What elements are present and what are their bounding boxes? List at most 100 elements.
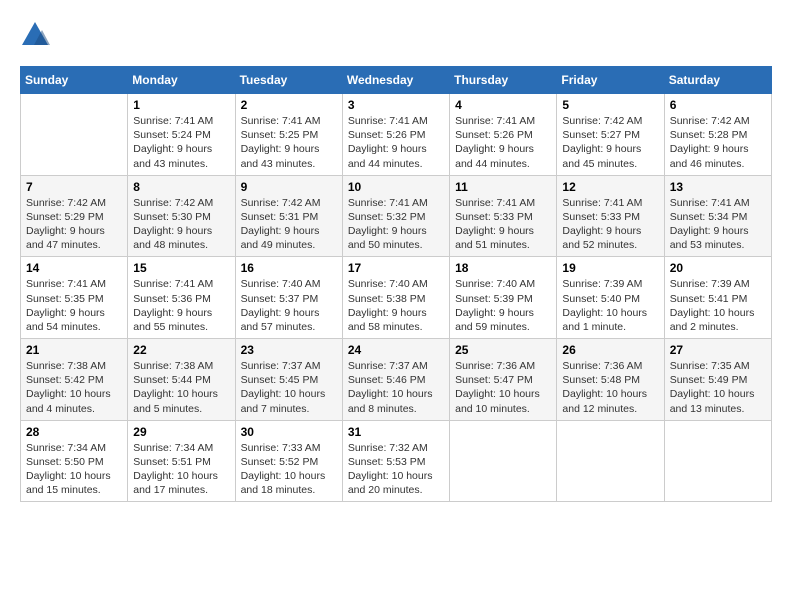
day-number: 4: [455, 98, 551, 112]
day-info: Sunrise: 7:33 AM Sunset: 5:52 PM Dayligh…: [241, 441, 337, 498]
day-number: 26: [562, 343, 658, 357]
day-info: Sunrise: 7:37 AM Sunset: 5:45 PM Dayligh…: [241, 359, 337, 416]
day-info: Sunrise: 7:41 AM Sunset: 5:24 PM Dayligh…: [133, 114, 229, 171]
day-number: 20: [670, 261, 766, 275]
calendar-cell: 22 Sunrise: 7:38 AM Sunset: 5:44 PM Dayli…: [128, 339, 235, 421]
day-number: 17: [348, 261, 444, 275]
calendar-cell: 1 Sunrise: 7:41 AM Sunset: 5:24 PM Daylig…: [128, 94, 235, 176]
column-header-thursday: Thursday: [450, 67, 557, 94]
day-info: Sunrise: 7:41 AM Sunset: 5:25 PM Dayligh…: [241, 114, 337, 171]
day-number: 28: [26, 425, 122, 439]
day-number: 12: [562, 180, 658, 194]
day-info: Sunrise: 7:41 AM Sunset: 5:26 PM Dayligh…: [348, 114, 444, 171]
calendar-week-4: 21 Sunrise: 7:38 AM Sunset: 5:42 PM Dayli…: [21, 339, 772, 421]
calendar-cell: 19 Sunrise: 7:39 AM Sunset: 5:40 PM Dayli…: [557, 257, 664, 339]
day-number: 10: [348, 180, 444, 194]
day-info: Sunrise: 7:42 AM Sunset: 5:30 PM Dayligh…: [133, 196, 229, 253]
day-info: Sunrise: 7:39 AM Sunset: 5:40 PM Dayligh…: [562, 277, 658, 334]
logo: [20, 20, 54, 50]
day-info: Sunrise: 7:41 AM Sunset: 5:35 PM Dayligh…: [26, 277, 122, 334]
calendar-cell: 7Sunrise: 7:42 AM Sunset: 5:29 PM Daylig…: [21, 175, 128, 257]
day-number: 6: [670, 98, 766, 112]
calendar-cell: 18 Sunrise: 7:40 AM Sunset: 5:39 PM Dayli…: [450, 257, 557, 339]
calendar-cell: 3 Sunrise: 7:41 AM Sunset: 5:26 PM Daylig…: [342, 94, 449, 176]
calendar-cell: 5 Sunrise: 7:42 AM Sunset: 5:27 PM Daylig…: [557, 94, 664, 176]
calendar-cell: 21 Sunrise: 7:38 AM Sunset: 5:42 PM Dayli…: [21, 339, 128, 421]
calendar-cell: 2 Sunrise: 7:41 AM Sunset: 5:25 PM Daylig…: [235, 94, 342, 176]
calendar-week-5: 28 Sunrise: 7:34 AM Sunset: 5:50 PM Dayli…: [21, 420, 772, 502]
day-info: Sunrise: 7:42 AM Sunset: 5:31 PM Dayligh…: [241, 196, 337, 253]
day-number: 18: [455, 261, 551, 275]
calendar-cell: 8 Sunrise: 7:42 AM Sunset: 5:30 PM Daylig…: [128, 175, 235, 257]
day-info: Sunrise: 7:37 AM Sunset: 5:46 PM Dayligh…: [348, 359, 444, 416]
day-info: Sunrise: 7:40 AM Sunset: 5:37 PM Dayligh…: [241, 277, 337, 334]
day-number: 27: [670, 343, 766, 357]
day-number: 1: [133, 98, 229, 112]
day-info: Sunrise: 7:35 AM Sunset: 5:49 PM Dayligh…: [670, 359, 766, 416]
day-info: Sunrise: 7:36 AM Sunset: 5:47 PM Dayligh…: [455, 359, 551, 416]
day-info: Sunrise: 7:41 AM Sunset: 5:32 PM Dayligh…: [348, 196, 444, 253]
day-number: 7: [26, 180, 122, 194]
day-number: 25: [455, 343, 551, 357]
calendar-week-1: 1 Sunrise: 7:41 AM Sunset: 5:24 PM Daylig…: [21, 94, 772, 176]
calendar-cell: 9 Sunrise: 7:42 AM Sunset: 5:31 PM Daylig…: [235, 175, 342, 257]
day-number: 11: [455, 180, 551, 194]
calendar-cell: 4 Sunrise: 7:41 AM Sunset: 5:26 PM Daylig…: [450, 94, 557, 176]
day-number: 22: [133, 343, 229, 357]
day-info: Sunrise: 7:39 AM Sunset: 5:41 PM Dayligh…: [670, 277, 766, 334]
calendar-cell: 29 Sunrise: 7:34 AM Sunset: 5:51 PM Dayli…: [128, 420, 235, 502]
calendar-cell: 10 Sunrise: 7:41 AM Sunset: 5:32 PM Dayli…: [342, 175, 449, 257]
day-info: Sunrise: 7:38 AM Sunset: 5:44 PM Dayligh…: [133, 359, 229, 416]
calendar-header-row: SundayMondayTuesdayWednesdayThursdayFrid…: [21, 67, 772, 94]
calendar-table: SundayMondayTuesdayWednesdayThursdayFrid…: [20, 66, 772, 502]
column-header-wednesday: Wednesday: [342, 67, 449, 94]
calendar-cell: 27 Sunrise: 7:35 AM Sunset: 5:49 PM Dayli…: [664, 339, 771, 421]
calendar-week-2: 7Sunrise: 7:42 AM Sunset: 5:29 PM Daylig…: [21, 175, 772, 257]
day-number: 8: [133, 180, 229, 194]
day-info: Sunrise: 7:41 AM Sunset: 5:36 PM Dayligh…: [133, 277, 229, 334]
day-number: 3: [348, 98, 444, 112]
day-number: 19: [562, 261, 658, 275]
day-info: Sunrise: 7:34 AM Sunset: 5:51 PM Dayligh…: [133, 441, 229, 498]
day-number: 15: [133, 261, 229, 275]
column-header-monday: Monday: [128, 67, 235, 94]
calendar-cell: [557, 420, 664, 502]
calendar-cell: 17 Sunrise: 7:40 AM Sunset: 5:38 PM Dayli…: [342, 257, 449, 339]
day-number: 23: [241, 343, 337, 357]
calendar-cell: 14Sunrise: 7:41 AM Sunset: 5:35 PM Dayli…: [21, 257, 128, 339]
day-info: Sunrise: 7:42 AM Sunset: 5:27 PM Dayligh…: [562, 114, 658, 171]
calendar-cell: 23 Sunrise: 7:37 AM Sunset: 5:45 PM Dayli…: [235, 339, 342, 421]
day-info: Sunrise: 7:41 AM Sunset: 5:26 PM Dayligh…: [455, 114, 551, 171]
day-info: Sunrise: 7:40 AM Sunset: 5:38 PM Dayligh…: [348, 277, 444, 334]
day-info: Sunrise: 7:34 AM Sunset: 5:50 PM Dayligh…: [26, 441, 122, 498]
calendar-cell: 20 Sunrise: 7:39 AM Sunset: 5:41 PM Dayli…: [664, 257, 771, 339]
page-header: [20, 20, 772, 50]
calendar-cell: 30 Sunrise: 7:33 AM Sunset: 5:52 PM Dayli…: [235, 420, 342, 502]
calendar-cell: 16Sunrise: 7:40 AM Sunset: 5:37 PM Dayli…: [235, 257, 342, 339]
day-info: Sunrise: 7:41 AM Sunset: 5:33 PM Dayligh…: [455, 196, 551, 253]
day-info: Sunrise: 7:41 AM Sunset: 5:33 PM Dayligh…: [562, 196, 658, 253]
day-number: 30: [241, 425, 337, 439]
calendar-cell: [21, 94, 128, 176]
calendar-week-3: 14Sunrise: 7:41 AM Sunset: 5:35 PM Dayli…: [21, 257, 772, 339]
day-number: 31: [348, 425, 444, 439]
calendar-cell: [664, 420, 771, 502]
logo-icon: [20, 20, 50, 50]
day-number: 21: [26, 343, 122, 357]
day-number: 9: [241, 180, 337, 194]
day-number: 13: [670, 180, 766, 194]
day-number: 5: [562, 98, 658, 112]
day-info: Sunrise: 7:42 AM Sunset: 5:28 PM Dayligh…: [670, 114, 766, 171]
calendar-cell: 12 Sunrise: 7:41 AM Sunset: 5:33 PM Dayli…: [557, 175, 664, 257]
day-info: Sunrise: 7:40 AM Sunset: 5:39 PM Dayligh…: [455, 277, 551, 334]
calendar-cell: 6 Sunrise: 7:42 AM Sunset: 5:28 PM Daylig…: [664, 94, 771, 176]
day-number: 29: [133, 425, 229, 439]
calendar-cell: 28 Sunrise: 7:34 AM Sunset: 5:50 PM Dayli…: [21, 420, 128, 502]
calendar-cell: 13Sunrise: 7:41 AM Sunset: 5:34 PM Dayli…: [664, 175, 771, 257]
day-number: 2: [241, 98, 337, 112]
column-header-tuesday: Tuesday: [235, 67, 342, 94]
day-info: Sunrise: 7:38 AM Sunset: 5:42 PM Dayligh…: [26, 359, 122, 416]
calendar-cell: 15 Sunrise: 7:41 AM Sunset: 5:36 PM Dayli…: [128, 257, 235, 339]
calendar-cell: 26Sunrise: 7:36 AM Sunset: 5:48 PM Dayli…: [557, 339, 664, 421]
day-number: 24: [348, 343, 444, 357]
